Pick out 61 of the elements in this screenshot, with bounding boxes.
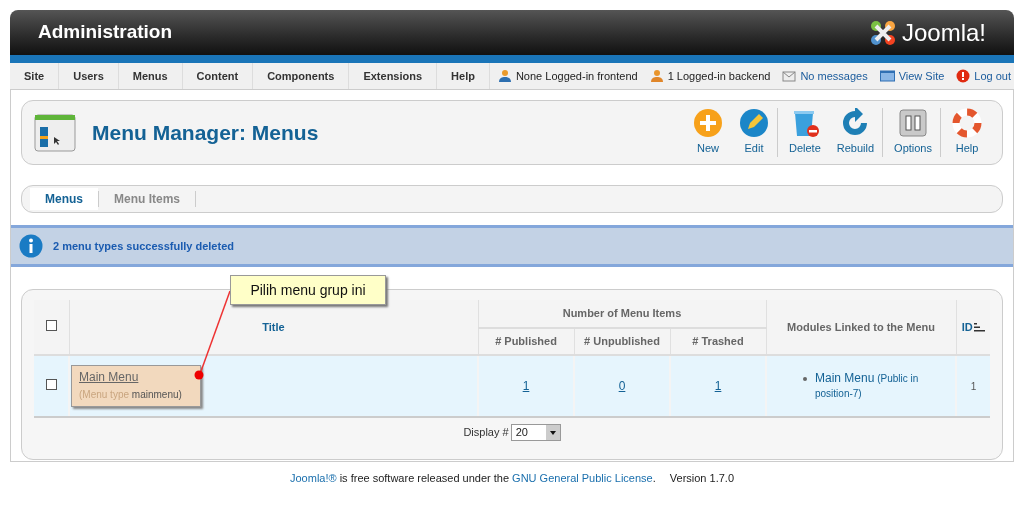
user-icon xyxy=(497,69,512,83)
toolbar-button[interactable]: Options xyxy=(886,108,941,157)
envelope-icon xyxy=(782,70,797,82)
count-link[interactable]: 1 xyxy=(522,379,530,393)
user-icon xyxy=(649,69,664,83)
menu-type-text: (Menu type mainmenu) xyxy=(79,389,182,400)
column-header: Modules Linked to the Menu xyxy=(787,320,935,333)
column-group-header: Number of Menu Items xyxy=(562,307,682,320)
column-header[interactable]: Title xyxy=(262,320,285,333)
checkbox[interactable] xyxy=(45,319,57,331)
status-text: 1 Logged-in backend xyxy=(667,68,771,84)
display-select[interactable]: 20 xyxy=(510,424,561,441)
callout-note: Pilih menu grup ini xyxy=(230,275,386,305)
count-link[interactable]: 1 xyxy=(714,379,722,393)
pencil-icon xyxy=(738,108,769,139)
column-header: # Trashed xyxy=(692,335,744,348)
menu-manager-icon xyxy=(34,112,76,153)
logo-text: Joomla! xyxy=(901,20,986,45)
window-icon xyxy=(879,70,895,82)
display-label: Display # xyxy=(463,425,509,441)
toolbar-button[interactable]: Edit xyxy=(730,108,778,157)
toolbar-button[interactable]: Help xyxy=(944,108,990,157)
switches-icon xyxy=(898,108,929,139)
count-link[interactable]: 0 xyxy=(618,379,626,393)
menu-item[interactable]: Menus xyxy=(118,63,183,89)
module-entry: Main Menu (Public in position-7) xyxy=(815,371,920,401)
lifebuoy-icon xyxy=(952,108,982,139)
dropdown-icon xyxy=(545,425,560,440)
menu-item[interactable]: Help xyxy=(437,63,490,89)
menu-item[interactable]: Content xyxy=(182,63,254,89)
toolbar-button[interactable]: Delete xyxy=(780,108,829,157)
checkbox[interactable] xyxy=(45,378,57,390)
header-title: Administration xyxy=(38,20,173,45)
status-link[interactable]: Log out xyxy=(974,67,1011,85)
plus-icon xyxy=(692,108,723,139)
toolbar-button[interactable]: New xyxy=(684,108,731,157)
tab[interactable]: Menu Items xyxy=(99,188,196,210)
status-text: None Logged-in frontend xyxy=(515,68,638,84)
version-text: Version 1.7.0 xyxy=(669,472,734,484)
column-header: # Published xyxy=(495,335,557,348)
message-text: 2 menu types successfully deleted xyxy=(53,238,234,254)
menu-item[interactable]: Users xyxy=(59,63,119,89)
table-cell: 1 xyxy=(956,355,990,416)
status-link[interactable]: View Site xyxy=(898,67,945,85)
tab[interactable]: Menus xyxy=(30,188,98,210)
menu-title-link[interactable]: Main Menu xyxy=(79,369,139,386)
menu-item[interactable]: Components xyxy=(253,63,350,89)
info-icon xyxy=(19,234,43,258)
bullet-icon xyxy=(803,377,807,381)
license-link[interactable]: GNU General Public License xyxy=(512,472,653,484)
power-icon xyxy=(956,69,971,83)
footer-text: Joomla!® is free software released under the GNU General Public License. Version 1.7.0 xyxy=(289,471,735,486)
joomla-link[interactable]: Joomla!® xyxy=(290,472,337,484)
status-link[interactable]: No messages xyxy=(800,67,868,85)
column-header: # Unpublished xyxy=(584,335,660,348)
menu-item[interactable]: Site xyxy=(10,63,60,89)
column-header[interactable]: ID xyxy=(961,318,973,336)
sort-icon xyxy=(973,322,985,332)
toolbar-button[interactable]: Rebuild xyxy=(828,108,884,157)
page-title: Menu Manager: Menus xyxy=(92,119,319,146)
menu-item[interactable]: Extensions xyxy=(349,63,438,89)
